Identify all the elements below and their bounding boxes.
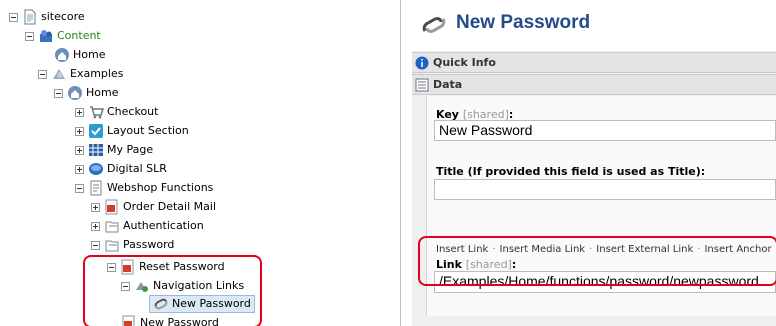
expand-toggle[interactable] — [75, 164, 84, 174]
folder-icon — [105, 221, 119, 233]
tree-item-webshop-functions[interactable]: Webshop Functions — [75, 180, 213, 196]
tree-item-checkout[interactable]: Checkout — [75, 104, 158, 120]
camera-icon — [89, 163, 103, 175]
content-folder-icon — [40, 30, 52, 42]
tree-item-label: Authentication — [123, 219, 204, 232]
tree-item-examples[interactable]: Examples — [38, 66, 123, 82]
tree-item-label: Webshop Functions — [107, 181, 214, 194]
section-title: Quick Info — [433, 56, 496, 69]
tree-item-home[interactable]: Home — [54, 47, 105, 63]
tree-item-my-page[interactable]: My Page — [75, 142, 153, 158]
tree-item-label: My Page — [107, 143, 154, 156]
collapse-toggle[interactable] — [38, 69, 47, 79]
expand-toggle[interactable] — [75, 126, 84, 136]
collapse-toggle[interactable] — [91, 240, 100, 250]
expand-toggle[interactable] — [75, 107, 84, 117]
collapse-toggle[interactable] — [75, 183, 84, 193]
content-tree: sitecore Content Home Examples Home Chec… — [0, 0, 401, 326]
data-section[interactable]: Data — [412, 74, 776, 95]
cart-icon — [90, 106, 104, 119]
grid-page-icon — [89, 144, 103, 156]
tree-item-label: sitecore — [41, 10, 85, 23]
folder-icon — [105, 240, 119, 252]
expand-toggle[interactable] — [75, 145, 84, 155]
title-field-label: Title (If provided this field is used as… — [436, 165, 706, 178]
tree-item-label: Order Detail Mail — [123, 200, 217, 213]
tree-item-digital-slr[interactable]: Digital SLR — [75, 161, 167, 177]
info-icon — [415, 56, 429, 69]
tree-item-layout-section[interactable]: Layout Section — [75, 123, 189, 139]
mail-icon — [105, 199, 118, 215]
highlight-annotation — [83, 255, 262, 326]
tree-item-label: Digital SLR — [107, 162, 167, 175]
section-title: Data — [433, 78, 463, 91]
key-field[interactable]: New Password — [434, 120, 776, 141]
tree-item-content[interactable]: Content — [25, 28, 101, 44]
editor-header: New Password — [412, 0, 776, 51]
tree-item-label: Checkout — [107, 105, 159, 118]
tree-item-examples-home[interactable]: Home — [54, 85, 118, 101]
collapse-toggle[interactable] — [9, 12, 18, 22]
tree-item-label: Layout Section — [107, 124, 189, 137]
collapse-toggle[interactable] — [54, 88, 63, 98]
link-icon — [422, 17, 446, 33]
tree-item-sitecore[interactable]: sitecore — [9, 9, 85, 25]
expand-toggle[interactable] — [91, 202, 100, 212]
tree-item-label: Examples — [70, 67, 124, 80]
collapse-toggle[interactable] — [25, 31, 34, 41]
title-field[interactable] — [434, 179, 776, 200]
highlight-annotation — [418, 236, 776, 286]
home-icon — [55, 48, 69, 62]
tree-item-label: Password — [123, 238, 175, 251]
home-icon — [68, 86, 82, 100]
layout-icon — [89, 124, 103, 138]
tree-item-authentication[interactable]: Authentication — [91, 218, 204, 234]
page-icon — [24, 9, 36, 25]
tree-item-label: Home — [73, 48, 106, 61]
tree-item-order-detail-mail[interactable]: Order Detail Mail — [91, 199, 216, 215]
tree-item-password[interactable]: Password — [91, 237, 174, 253]
quick-info-section[interactable]: Quick Info — [412, 52, 776, 73]
item-title: New Password — [456, 12, 591, 33]
functions-icon — [90, 180, 102, 196]
expand-toggle[interactable] — [91, 221, 100, 231]
tree-item-label: Content — [57, 29, 101, 42]
examples-icon — [53, 69, 65, 79]
data-icon — [415, 78, 429, 91]
tree-item-label: Home — [86, 86, 119, 99]
